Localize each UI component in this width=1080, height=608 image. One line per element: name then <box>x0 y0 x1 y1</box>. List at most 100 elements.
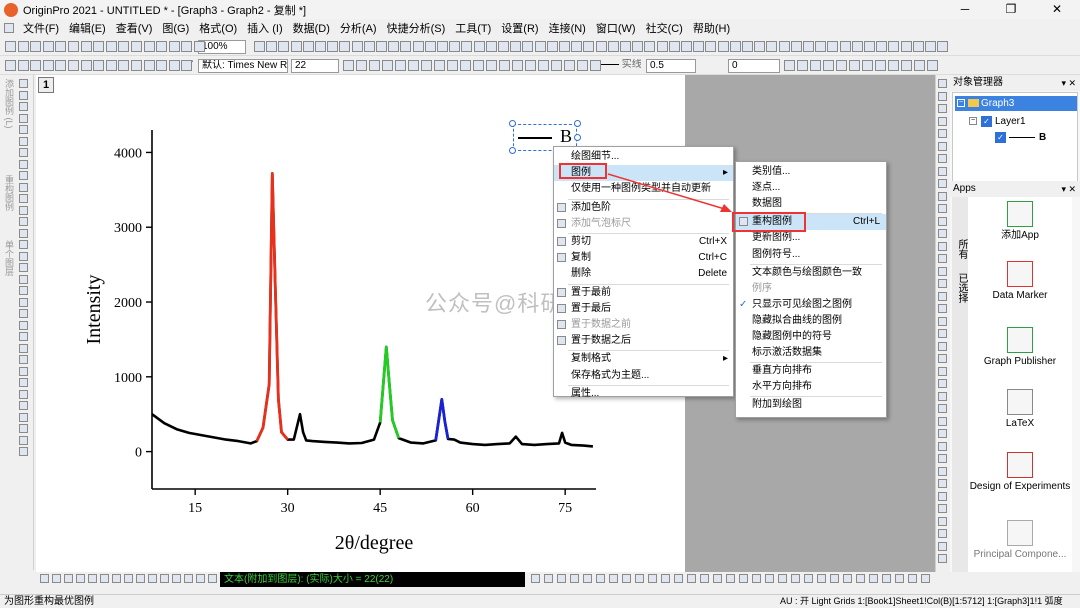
color-icon[interactable] <box>609 574 618 583</box>
print-icon[interactable] <box>823 60 834 71</box>
context-menu-item[interactable]: 复制格式 ▸ <box>554 351 733 367</box>
color-icon[interactable] <box>76 574 85 583</box>
open-icon[interactable] <box>17 60 29 71</box>
zoom-in-icon[interactable] <box>19 217 28 226</box>
line-tool-icon[interactable] <box>938 129 947 138</box>
data-reader-icon[interactable] <box>19 125 28 134</box>
app-item[interactable]: Design of Experiments <box>968 452 1072 493</box>
refresh-icon[interactable] <box>790 41 802 52</box>
color-icon[interactable] <box>687 574 696 583</box>
region-icon[interactable] <box>19 320 28 330</box>
subscript-icon[interactable] <box>499 60 510 71</box>
subscript-icon[interactable] <box>395 60 406 71</box>
layer-icon[interactable] <box>208 574 217 583</box>
grid-icon[interactable] <box>124 574 133 583</box>
mask-icon[interactable] <box>19 435 28 445</box>
arrow-tool-icon[interactable] <box>938 529 947 538</box>
save-icon[interactable] <box>810 60 821 71</box>
grid-icon[interactable] <box>52 574 61 583</box>
region-icon[interactable] <box>938 166 947 176</box>
submenu-item[interactable]: 例序 <box>736 281 886 297</box>
grid-icon[interactable] <box>661 574 670 583</box>
context-menu-item[interactable]: 置于最后 <box>554 301 733 317</box>
line-tool-icon[interactable] <box>938 541 947 551</box>
paste-icon[interactable] <box>754 41 766 52</box>
save-icon[interactable] <box>717 41 729 52</box>
submenu-item[interactable]: 更新图例... <box>736 230 886 246</box>
menu-view[interactable]: 查看(V) <box>111 20 158 36</box>
undo-icon[interactable] <box>766 41 778 52</box>
left-vertical-label-1[interactable]: 添加图例 (L) <box>3 79 16 129</box>
redo-icon[interactable] <box>778 41 790 52</box>
submenu-item[interactable]: 隐藏图例中的符号 <box>736 329 886 345</box>
submenu-item[interactable]: 文本颜色与绘图颜色一致 <box>736 265 886 281</box>
align-icon[interactable] <box>434 60 445 71</box>
copy-icon[interactable] <box>888 41 900 52</box>
line-icon[interactable] <box>700 574 709 583</box>
context-menu-item[interactable]: 置于最前 <box>554 285 733 301</box>
redo-icon[interactable] <box>339 41 351 52</box>
layer-icon[interactable] <box>522 41 534 52</box>
line-tool-icon[interactable] <box>19 159 28 169</box>
paste-icon[interactable] <box>68 60 79 71</box>
axis-icon[interactable] <box>882 574 891 583</box>
apps-tab-all[interactable]: 所有 <box>954 239 969 259</box>
refresh-icon[interactable] <box>105 41 117 52</box>
apps-tab-selected[interactable]: 已选择 <box>954 273 969 303</box>
text-tool-icon[interactable] <box>19 263 28 272</box>
paste-icon[interactable] <box>68 41 79 52</box>
new-icon[interactable] <box>546 41 558 52</box>
line-icon[interactable] <box>160 574 169 583</box>
scale-icon[interactable] <box>938 354 947 363</box>
grid-icon[interactable] <box>817 574 826 583</box>
collapse-icon[interactable]: − <box>957 99 965 107</box>
new-icon[interactable] <box>5 60 16 71</box>
layer-icon[interactable] <box>136 574 145 583</box>
italic-icon[interactable] <box>564 60 575 71</box>
refresh-icon[interactable] <box>498 41 509 52</box>
context-menu-item[interactable]: 置于数据之后 <box>554 333 733 349</box>
region-icon[interactable] <box>938 441 947 451</box>
new-icon[interactable] <box>784 60 795 71</box>
zoom-out-icon[interactable] <box>19 102 28 111</box>
selection-handle[interactable] <box>509 147 516 154</box>
redo-icon[interactable] <box>485 41 497 52</box>
print-icon[interactable] <box>437 41 448 52</box>
tree-item-plot[interactable]: ✓ B <box>995 131 1046 144</box>
region-icon[interactable] <box>19 194 28 203</box>
print-icon[interactable] <box>42 41 54 52</box>
new-icon[interactable] <box>839 41 851 52</box>
minimize-button[interactable]: ─ <box>942 0 988 19</box>
scale-icon[interactable] <box>19 240 28 249</box>
print-icon[interactable] <box>729 41 741 52</box>
pattern-value-select[interactable]: 0 <box>728 59 780 73</box>
submenu-item[interactable]: 类别值... <box>736 164 886 180</box>
text-tool-icon[interactable] <box>19 389 28 399</box>
scale-icon[interactable] <box>19 113 28 123</box>
app-item[interactable]: LaTeX <box>968 389 1072 430</box>
refresh-icon[interactable] <box>644 41 656 52</box>
symbol-icon[interactable] <box>172 574 181 583</box>
symbol-icon[interactable] <box>869 574 878 583</box>
line-tool-icon[interactable] <box>19 412 28 422</box>
open-icon[interactable] <box>705 41 717 52</box>
color-icon[interactable] <box>843 574 852 583</box>
paste-icon[interactable] <box>607 41 619 52</box>
rect-tool-icon[interactable] <box>938 554 947 563</box>
new-icon[interactable] <box>156 60 168 71</box>
zoom-icon[interactable] <box>827 41 839 52</box>
redo-icon[interactable] <box>632 41 644 52</box>
refresh-icon[interactable] <box>105 60 117 71</box>
selection-handle[interactable] <box>574 120 581 127</box>
italic-icon[interactable] <box>356 60 367 71</box>
scale-icon[interactable] <box>938 216 947 226</box>
new-icon[interactable] <box>693 41 705 52</box>
rect-tool-icon[interactable] <box>19 297 28 307</box>
close-icon[interactable]: ▾ ✕ <box>1061 181 1076 197</box>
zoom-icon[interactable] <box>927 60 938 71</box>
layer-icon[interactable] <box>376 41 387 52</box>
refresh-icon[interactable] <box>351 41 363 52</box>
layer-icon[interactable] <box>815 41 827 52</box>
superscript-icon[interactable] <box>486 60 497 71</box>
tree-item-graph[interactable]: − Graph3 <box>955 96 1077 111</box>
